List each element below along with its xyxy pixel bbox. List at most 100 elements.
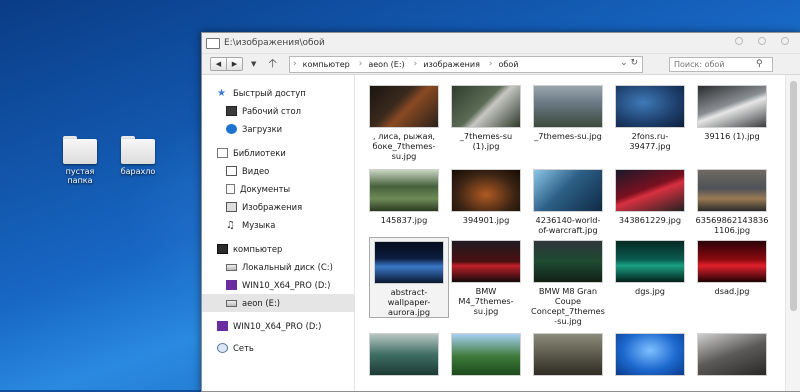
thumbnail-image: [615, 169, 685, 212]
file-tile[interactable]: dgs.jpg: [611, 237, 689, 296]
file-tile[interactable]: 394901.jpg: [447, 166, 525, 225]
nav-network[interactable]: Сеть: [202, 339, 369, 357]
file-tile[interactable]: , лиса, рыжая, боке_7themes-su.jpg: [365, 82, 443, 161]
thumbnail-image: [374, 241, 444, 284]
file-tile[interactable]: 4236140-world-of-warcraft.jpg: [529, 166, 607, 235]
drive-icon: [226, 263, 237, 271]
thumbnail-image: [369, 85, 439, 128]
desktop-icon: [226, 106, 237, 116]
title-bar[interactable]: E:\изображения\обой: [202, 33, 800, 54]
nav-win10-d[interactable]: WIN10_X64_PRO (D:): [202, 276, 378, 294]
thumbnail-image: [697, 333, 767, 376]
thumbnail-image: [533, 333, 603, 376]
thumbnail-image: [369, 169, 439, 212]
computer-icon: [217, 244, 228, 254]
file-tile[interactable]: _7themes-su (1).jpg: [447, 82, 525, 151]
chevron-right-icon: ›: [358, 59, 363, 69]
recent-locations-chevron-down-icon[interactable]: ▼: [251, 60, 256, 68]
file-tile[interactable]: 343861229.jpg: [611, 166, 689, 225]
chevron-right-icon: ›: [293, 59, 297, 69]
file-name: dgs.jpg: [635, 286, 665, 296]
desktop-folder-junk[interactable]: барахло: [110, 136, 166, 176]
desktop-icon-label: барахло: [120, 167, 156, 176]
file-tile[interactable]: BMW M8 Gran Coupe Concept_7themes-su.jpg: [529, 237, 607, 326]
nav-images[interactable]: Изображения: [202, 198, 378, 216]
folder-icon: [63, 136, 97, 164]
nav-win10-d-root[interactable]: WIN10_X64_PRO (D:): [202, 317, 369, 335]
thumbnail-image: [451, 333, 521, 376]
toolbar: ◀ ▶ ▼ 🡡 › компьютер › aeon (E:) › изображен…: [202, 54, 800, 75]
file-name: dsad.jpg: [714, 286, 750, 296]
file-tile[interactable]: [611, 330, 689, 376]
nav-music[interactable]: ♫ Музыка: [202, 216, 378, 234]
thumbnail-image: [533, 169, 603, 212]
chevron-right-icon: ›: [488, 59, 493, 69]
refresh-icon[interactable]: ⌄ ↻: [620, 58, 638, 68]
file-name: 39116 (1).jpg: [704, 131, 760, 141]
forward-button[interactable]: ▶: [226, 58, 242, 70]
thumbnail-image: [697, 169, 767, 212]
desktop-folder-empty[interactable]: пустая папка: [52, 136, 108, 185]
dvd-drive-icon: [226, 280, 237, 290]
file-tile[interactable]: [529, 330, 607, 376]
file-tile[interactable]: 2fons.ru-39477.jpg: [611, 82, 689, 151]
file-tile[interactable]: [365, 330, 443, 376]
file-name: 145837.jpg: [380, 215, 428, 225]
close-button[interactable]: [781, 37, 789, 45]
thumbnail-image: [533, 240, 603, 283]
file-view: , лиса, рыжая, боке_7themes-su.jpg _7the…: [355, 75, 785, 391]
nav-libraries[interactable]: Библиотеки: [202, 144, 369, 162]
scrollbar-thumb[interactable]: [790, 81, 797, 311]
file-tile[interactable]: [693, 330, 771, 376]
vertical-scrollbar[interactable]: [785, 75, 800, 391]
search-box[interactable]: ⚲: [669, 56, 774, 72]
file-tile[interactable]: _7themes-su.jpg: [529, 82, 607, 141]
file-tile[interactable]: 635698621438361106.jpg: [693, 166, 771, 235]
nav-downloads[interactable]: Загрузки 📌: [202, 120, 378, 138]
file-name: 4236140-world-of-warcraft.jpg: [535, 215, 601, 235]
file-name: _7themes-su.jpg: [534, 131, 602, 141]
breadcrumb-wallpapers[interactable]: › обой: [486, 57, 525, 72]
library-icon: [217, 148, 228, 158]
file-tile[interactable]: BMW M4_7themes-su.jpg: [447, 237, 525, 316]
file-name: BMW M4_7themes-su.jpg: [458, 286, 514, 316]
file-tile[interactable]: [447, 330, 525, 376]
document-icon: [226, 184, 235, 194]
file-name: BMW M8 Gran Coupe Concept_7themes-su.jpg: [531, 286, 605, 326]
search-icon[interactable]: ⚲: [756, 59, 763, 69]
file-tile[interactable]: 39116 (1).jpg: [693, 82, 771, 141]
nav-local-disk-c[interactable]: Локальный диск (C:): [202, 258, 378, 276]
chevron-right-icon: ›: [413, 59, 418, 69]
navigation-pane: ★ Быстрый доступ Рабочий стол 📌 Загрузки…: [202, 75, 378, 391]
thumbnail-image: [615, 333, 685, 376]
breadcrumb-aeon[interactable]: › aeon (E:): [356, 57, 411, 72]
thumbnail-image: [615, 85, 685, 128]
file-name: 635698621438361106.jpg: [695, 215, 769, 235]
download-icon: [226, 124, 237, 134]
minimize-button[interactable]: [735, 37, 743, 45]
file-tile[interactable]: dsad.jpg: [693, 237, 771, 296]
thumbnail-image: [451, 240, 521, 283]
search-input[interactable]: [674, 59, 757, 69]
nav-computer[interactable]: компьютер: [202, 240, 369, 258]
breadcrumb-computer[interactable]: › компьютер: [290, 57, 356, 72]
drive-icon: [226, 299, 237, 307]
nav-desktop[interactable]: Рабочий стол 📌: [202, 102, 378, 120]
file-tile-selected[interactable]: abstract-wallpaper-aurora.jpg: [369, 237, 449, 318]
breadcrumb-images[interactable]: › изображения: [411, 57, 486, 72]
thumbnail-image: [533, 85, 603, 128]
maximize-button[interactable]: [758, 37, 766, 45]
file-name: , лиса, рыжая, боке_7themes-su.jpg: [372, 131, 436, 161]
back-button[interactable]: ◀: [211, 58, 226, 70]
file-tile[interactable]: 145837.jpg: [365, 166, 443, 225]
back-arrow-icon: ◀: [215, 60, 222, 68]
nav-documents[interactable]: Документы: [202, 180, 378, 198]
nav-video[interactable]: Видео: [202, 162, 378, 180]
up-arrow-icon[interactable]: 🡡: [268, 54, 277, 75]
file-name: 394901.jpg: [462, 215, 510, 225]
nav-aeon-e[interactable]: aeon (E:): [202, 294, 378, 312]
file-name: abstract-wallpaper-aurora.jpg: [387, 287, 431, 317]
nav-quick-access[interactable]: ★ Быстрый доступ: [202, 84, 369, 102]
thumbnail-image: [451, 169, 521, 212]
address-bar[interactable]: › компьютер › aeon (E:) › изображения › обой…: [289, 55, 644, 73]
